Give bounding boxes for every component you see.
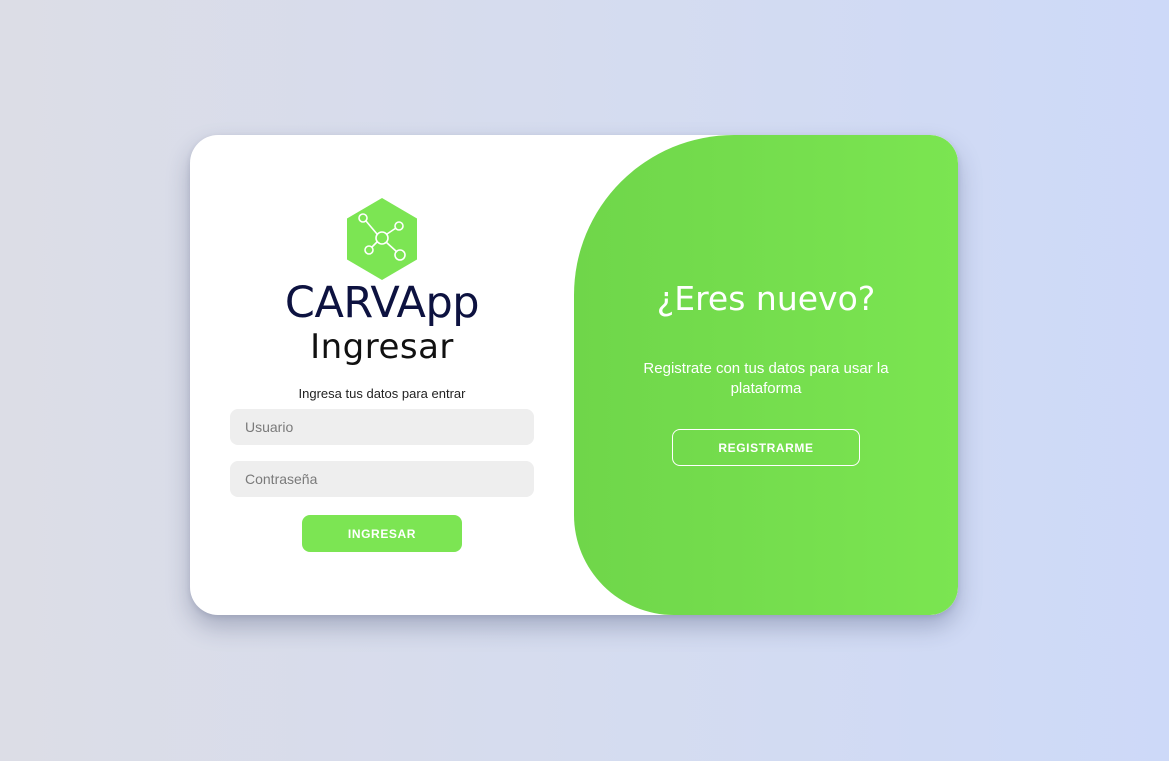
password-input[interactable] xyxy=(230,461,534,497)
login-button[interactable]: INGRESAR xyxy=(302,515,462,552)
username-input[interactable] xyxy=(230,409,534,445)
register-panel: ¿Eres nuevo? Registrate con tus datos pa… xyxy=(574,135,958,615)
login-title: Ingresar xyxy=(310,327,454,367)
register-title: ¿Eres nuevo? xyxy=(656,279,876,318)
brand-name: CARVApp xyxy=(284,278,480,328)
register-description: Registrate con tus datos para usar la pl… xyxy=(643,360,889,397)
network-hexagon-icon xyxy=(344,197,420,281)
login-subtitle: Ingresa tus datos para entrar xyxy=(298,386,466,401)
login-panel: CARVApp Ingresar Ingresa tus datos para … xyxy=(190,135,574,615)
auth-card: CARVApp Ingresar Ingresa tus datos para … xyxy=(190,135,958,615)
register-button[interactable]: REGISTRARME xyxy=(672,429,860,466)
